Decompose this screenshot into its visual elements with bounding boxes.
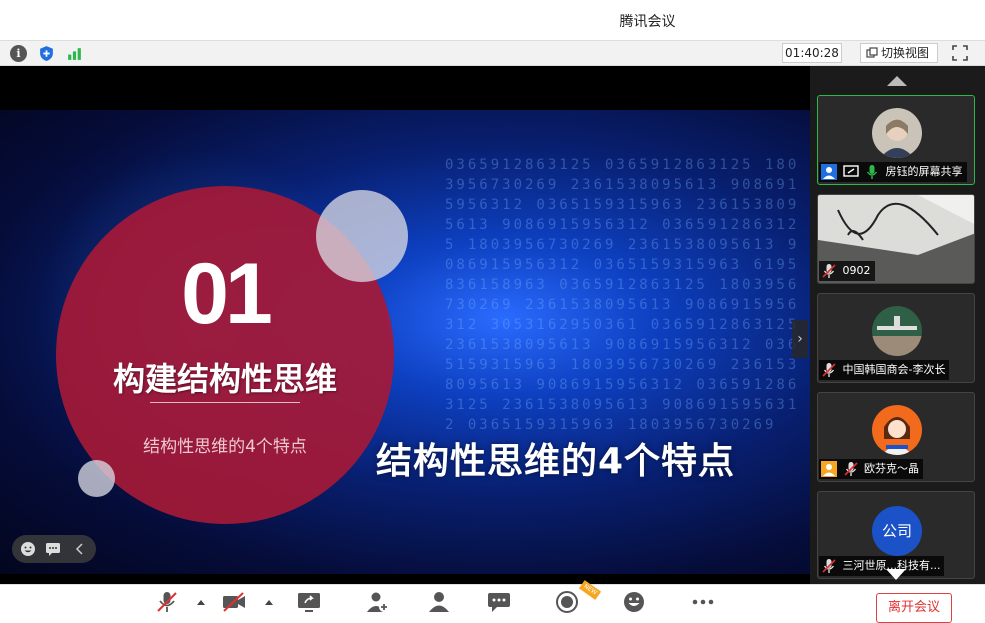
emoji-icon[interactable] (20, 541, 36, 557)
camera-options-caret-icon[interactable] (265, 600, 273, 605)
participant-name: 房钰的屏幕共享 (885, 165, 963, 178)
participant-tile[interactable]: 房钰的屏幕共享 (817, 95, 975, 185)
signal-icon[interactable] (66, 45, 83, 62)
heading-divider (150, 402, 300, 403)
participant-tile[interactable]: 0902 (817, 194, 975, 284)
avatar: 公司 (872, 506, 922, 556)
collapse-icon[interactable] (72, 541, 88, 557)
gray-circle-small (78, 460, 115, 497)
participant-label: 中国韩国商会-李次长 (819, 360, 950, 380)
scroll-down-icon[interactable] (886, 569, 906, 580)
participant-tile[interactable]: 中国韩国商会-李次长 (817, 293, 975, 383)
chat-icon[interactable] (487, 591, 511, 613)
host-icon (821, 164, 837, 180)
scroll-up-icon[interactable] (887, 76, 907, 86)
quick-actions-pill[interactable] (12, 535, 96, 563)
status-bar: i 01:40:28 切换视图 (0, 40, 985, 66)
participant-label: 欧芬克～晶 (819, 459, 923, 479)
avatar (872, 405, 922, 455)
microphone-muted-icon[interactable] (155, 591, 179, 613)
camera-off-icon[interactable] (222, 591, 246, 613)
microphone-muted-icon (822, 264, 836, 278)
info-icon[interactable]: i (10, 45, 27, 62)
title-bar: 腾讯会议 (0, 0, 985, 40)
participant-name: 中国韩国商会-李次长 (842, 363, 946, 376)
chevron-right-icon[interactable]: › (792, 320, 808, 358)
switch-view-icon (866, 47, 878, 58)
meeting-timer: 01:40:28 (782, 43, 842, 63)
slide-subheading: 结构性思维的4个特点 (143, 437, 307, 457)
slide-heading: 构建结构性思维 (112, 360, 337, 398)
avatar (872, 108, 922, 158)
switch-view-button[interactable]: 切换视图 (860, 43, 938, 63)
participant-name: 欧芬克～晶 (864, 462, 919, 475)
slide-title: 结构性思维的4个特点 (376, 441, 736, 482)
reactions-icon[interactable] (622, 591, 646, 613)
participant-label: 房钰的屏幕共享 (819, 162, 967, 182)
shield-icon[interactable] (38, 45, 55, 62)
new-badge: NEW (578, 580, 602, 600)
switch-view-label: 切换视图 (881, 46, 930, 60)
mic-options-caret-icon[interactable] (197, 600, 205, 605)
slide-number: 01 (181, 246, 273, 342)
presentation-slide: 0365912863125 0365912863125 180395673026… (0, 110, 810, 574)
participants-icon[interactable] (427, 591, 451, 613)
window-title: 腾讯会议 (619, 14, 676, 30)
fullscreen-icon[interactable] (952, 45, 968, 61)
invite-icon[interactable] (366, 591, 390, 613)
participant-label: 0902 (819, 261, 875, 281)
shared-screen: 0365912863125 0365912863125 180395673026… (0, 66, 810, 584)
screen-share-icon (842, 165, 859, 177)
participant-label: 三河世原...科技有... (819, 556, 945, 576)
participant-tile[interactable]: 公司 三河世原...科技有... (817, 491, 975, 579)
user-icon (821, 461, 837, 477)
background-digits: 0365912863125 0365912863125 180395673026… (445, 157, 800, 433)
leave-meeting-button[interactable]: 离开会议 (876, 593, 952, 623)
chat-icon[interactable] (45, 541, 61, 557)
more-options-icon[interactable] (691, 591, 715, 613)
microphone-muted-icon (843, 462, 858, 476)
record-icon[interactable] (555, 591, 579, 613)
microphone-muted-icon (822, 559, 836, 573)
microphone-on-icon (866, 165, 878, 179)
screen-share-icon[interactable] (297, 591, 321, 613)
microphone-muted-icon (822, 363, 836, 377)
meeting-toolbar: NEW 离开会议 (0, 580, 985, 623)
participant-panel: 房钰的屏幕共享 0902 中国韩国商会-李次长 欧芬克～晶 公司 三河世原...… (810, 66, 985, 584)
participant-tile[interactable]: 欧芬克～晶 (817, 392, 975, 482)
avatar (872, 306, 922, 356)
participant-name: 0902 (842, 264, 871, 277)
